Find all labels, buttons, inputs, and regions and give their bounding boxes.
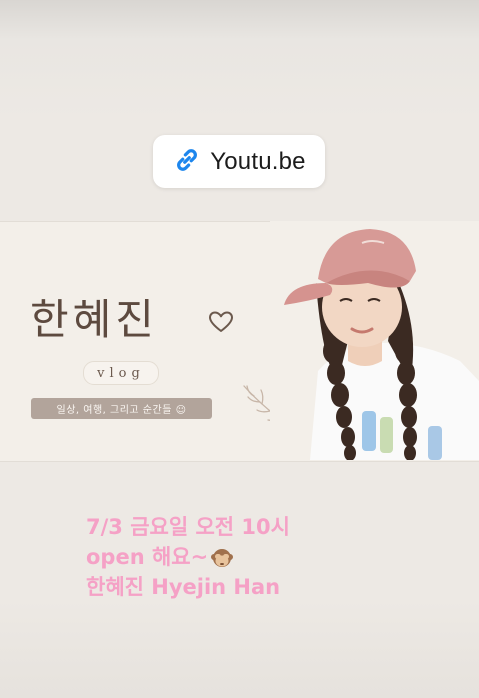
caption-line-2-text: open 해요~ xyxy=(86,545,209,569)
vlog-label: vlog xyxy=(83,361,159,385)
profile-photo xyxy=(270,221,479,460)
see-no-evil-monkey-icon xyxy=(211,549,234,567)
link-label: Youtu.be xyxy=(210,147,306,175)
caption-line-2: open 해요~ xyxy=(86,542,466,572)
link-icon xyxy=(172,145,202,179)
story-caption: 7/3 금요일 오전 10시 open 해요~ 한혜진 Hyejin Han xyxy=(86,512,466,602)
channel-name: 한혜진 xyxy=(30,295,158,344)
heart-icon xyxy=(209,311,233,332)
tagline: 일상, 여행, 그리고 순간들 ☺ xyxy=(31,398,212,419)
caption-line-3: 한혜진 Hyejin Han xyxy=(86,575,281,599)
caption-line-1: 7/3 금요일 오전 10시 xyxy=(86,515,290,539)
link-sticker[interactable]: Youtu.be xyxy=(153,135,325,188)
